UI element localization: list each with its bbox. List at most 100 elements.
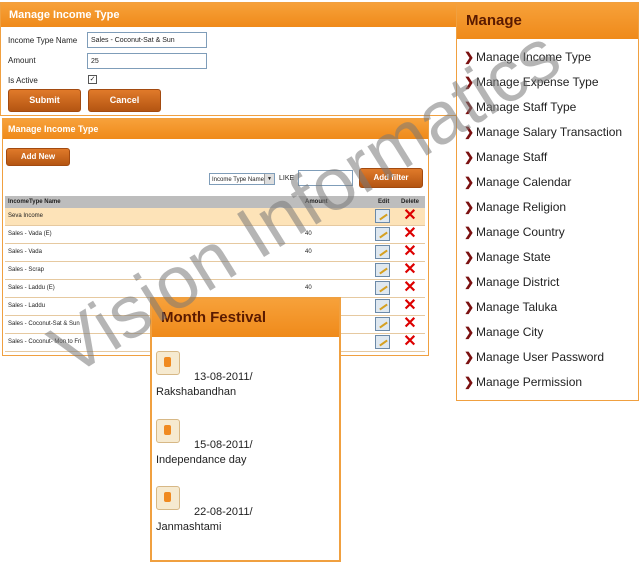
delete-icon[interactable]: ✕ xyxy=(403,298,417,314)
row-name: Sales - Vada xyxy=(8,249,42,255)
delete-icon[interactable]: ✕ xyxy=(403,262,417,278)
table-row[interactable]: Seva Income ✕ xyxy=(5,208,425,226)
filter-field-select[interactable]: Income Type Name ▼ xyxy=(209,173,275,185)
menu-item-label: Manage Income Type xyxy=(476,50,592,64)
row-name: Sales - Laddu (E) xyxy=(8,285,55,291)
menu-item-district[interactable]: ❯ Manage District xyxy=(464,274,559,290)
edit-icon[interactable] xyxy=(375,281,390,295)
add-filter-button[interactable]: Add filter xyxy=(359,168,423,188)
chevron-down-icon[interactable]: ▼ xyxy=(264,174,274,184)
festival-title: Month Festival xyxy=(152,299,339,337)
row-name: Sales - Coconut- Mon to Fri xyxy=(8,339,82,345)
table-row[interactable]: Sales - Vada (E) 40 ✕ xyxy=(5,226,425,244)
menu-item-staff-type[interactable]: ❯ Manage Staff Type xyxy=(464,99,576,115)
chevron-right-icon: ❯ xyxy=(464,125,475,139)
cancel-button[interactable]: Cancel xyxy=(88,89,161,112)
menu-item-state[interactable]: ❯ Manage State xyxy=(464,249,551,265)
table-row[interactable]: Sales - Laddu (E) 40 ✕ xyxy=(5,280,425,298)
festival-date: 22-08-2011/ xyxy=(194,506,253,518)
menu-item-permission[interactable]: ❯ Manage Permission xyxy=(464,374,582,390)
chevron-right-icon: ❯ xyxy=(464,375,475,389)
menu-item-expense-type[interactable]: ❯ Manage Expense Type xyxy=(464,74,599,90)
table-row[interactable]: Sales - Scrap ✕ xyxy=(5,262,425,280)
chevron-right-icon: ❯ xyxy=(464,350,475,364)
add-new-button[interactable]: Add New xyxy=(6,148,70,166)
submit-button[interactable]: Submit xyxy=(8,89,81,112)
menu-item-label: Manage State xyxy=(476,250,551,264)
menu-item-label: Manage Taluka xyxy=(476,300,558,314)
table-row[interactable]: Sales - Vada 40 ✕ xyxy=(5,244,425,262)
like-label: LIKE xyxy=(279,175,295,182)
delete-icon[interactable]: ✕ xyxy=(403,226,417,242)
amount-input[interactable]: 25 xyxy=(87,53,207,69)
delete-icon[interactable]: ✕ xyxy=(403,244,417,260)
menu-item-label: Manage Religion xyxy=(476,200,567,214)
festival-item: 22-08-2011/ Janmashtami xyxy=(156,506,334,533)
menu-item-label: Manage District xyxy=(476,275,560,289)
income-type-input[interactable]: Sales - Coconut-Sat & Sun xyxy=(87,32,207,48)
menu-item-label: Manage User Password xyxy=(476,350,605,364)
festival-name: Independance day xyxy=(156,454,247,466)
menu-item-country[interactable]: ❯ Manage Country xyxy=(464,224,565,240)
menu-item-label: Manage Permission xyxy=(476,375,583,389)
menu-item-income-type[interactable]: ❯ Manage Income Type xyxy=(464,49,591,65)
edit-icon[interactable] xyxy=(375,317,390,331)
row-name: Sales - Vada (E) xyxy=(8,231,52,237)
is-active-label: Is Active xyxy=(8,76,38,85)
row-amount: 40 xyxy=(305,231,312,237)
chevron-right-icon: ❯ xyxy=(464,75,475,89)
menu-item-calendar[interactable]: ❯ Manage Calendar xyxy=(464,174,571,190)
delete-icon[interactable]: ✕ xyxy=(403,334,417,350)
festival-name: Janmashtami xyxy=(156,521,222,533)
menu-item-label: Manage Country xyxy=(476,225,565,239)
is-active-checkbox[interactable]: ✓ xyxy=(88,75,97,84)
table-header: IncomeType Name Amount Edit Delete xyxy=(5,196,425,208)
chevron-right-icon: ❯ xyxy=(464,175,475,189)
chevron-right-icon: ❯ xyxy=(464,200,475,214)
menu-item-religion[interactable]: ❯ Manage Religion xyxy=(464,199,566,215)
menu-item-label: Manage Calendar xyxy=(476,175,572,189)
row-name: Sales - Coconut-Sat & Sun xyxy=(8,321,80,327)
chevron-right-icon: ❯ xyxy=(464,225,475,239)
row-amount: 40 xyxy=(305,285,312,291)
delete-icon[interactable]: ✕ xyxy=(403,316,417,332)
edit-icon[interactable] xyxy=(375,245,390,259)
manage-menu: Manage ❯ Manage Income Type ❯ Manage Expen… xyxy=(456,2,639,401)
delete-icon[interactable]: ✕ xyxy=(403,280,417,296)
menu-item-salary-transaction[interactable]: ❯ Manage Salary Transaction xyxy=(464,124,622,140)
delete-icon[interactable]: ✕ xyxy=(403,208,417,224)
festival-date: 15-08-2011/ xyxy=(194,439,253,451)
row-name: Seva Income xyxy=(8,213,44,219)
menu-item-staff[interactable]: ❯ Manage Staff xyxy=(464,149,547,165)
list-title: Manage Income Type xyxy=(3,119,428,139)
manage-title: Manage xyxy=(457,3,638,39)
festival-name: Rakshabandhan xyxy=(156,386,237,398)
filter-field-value: Income Type Name xyxy=(212,177,264,183)
menu-item-taluka[interactable]: ❯ Manage Taluka xyxy=(464,299,557,315)
menu-item-label: Manage City xyxy=(476,325,544,339)
festival-item: 15-08-2011/ Independance day xyxy=(156,439,334,466)
menu-item-user-password[interactable]: ❯ Manage User Password xyxy=(464,349,604,365)
menu-item-city[interactable]: ❯ Manage City xyxy=(464,324,543,340)
row-amount: 40 xyxy=(305,249,312,255)
column-header-edit: Edit xyxy=(378,199,390,205)
income-type-form: Manage Income Type Income Type Name Sale… xyxy=(0,2,457,116)
row-name: Sales - Scrap xyxy=(8,267,45,273)
income-type-label: Income Type Name xyxy=(8,36,78,45)
chevron-right-icon: ❯ xyxy=(464,100,475,114)
edit-icon[interactable] xyxy=(375,299,390,313)
form-title: Manage Income Type xyxy=(1,3,456,27)
filter-value-input[interactable] xyxy=(298,170,353,186)
edit-icon[interactable] xyxy=(375,227,390,241)
chevron-right-icon: ❯ xyxy=(464,250,475,264)
month-festival-panel: Month Festival 13-08-2011/ Rakshabandhan… xyxy=(150,297,341,562)
edit-icon[interactable] xyxy=(375,335,390,349)
chevron-right-icon: ❯ xyxy=(464,325,475,339)
amount-label: Amount xyxy=(8,56,36,65)
menu-item-label: Manage Expense Type xyxy=(476,75,599,89)
edit-icon[interactable] xyxy=(375,209,390,223)
festival-item: 13-08-2011/ Rakshabandhan xyxy=(156,371,334,398)
menu-item-label: Manage Staff xyxy=(476,150,548,164)
edit-icon[interactable] xyxy=(375,263,390,277)
chevron-right-icon: ❯ xyxy=(464,50,475,64)
